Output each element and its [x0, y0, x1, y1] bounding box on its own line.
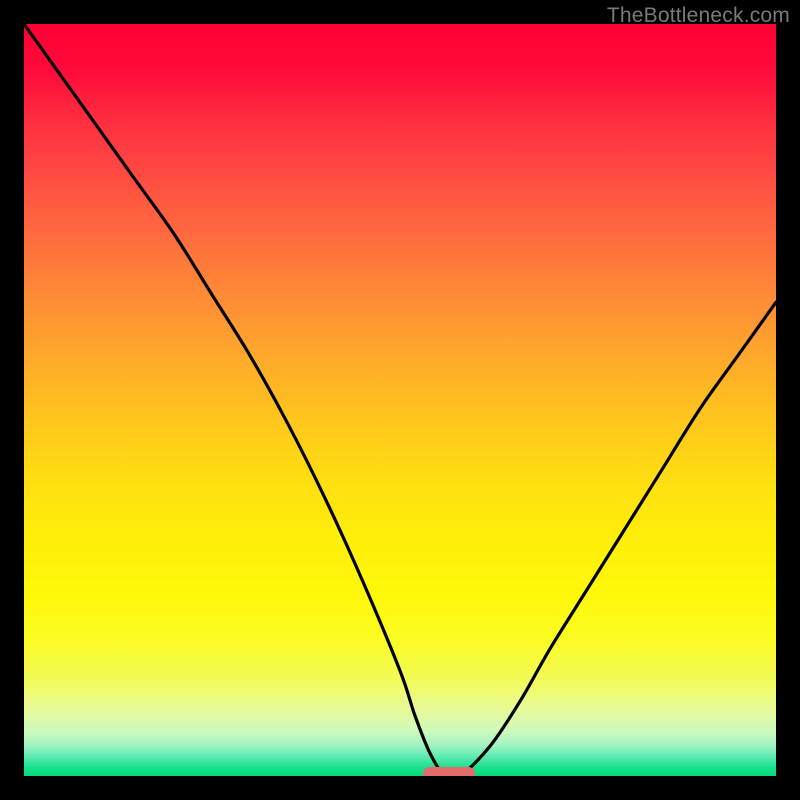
watermark-text: TheBottleneck.com: [607, 4, 790, 28]
bottleneck-curve: [24, 24, 776, 776]
minimum-marker: [423, 767, 476, 776]
chart-frame: TheBottleneck.com: [0, 0, 800, 800]
plot-area: [24, 24, 776, 776]
